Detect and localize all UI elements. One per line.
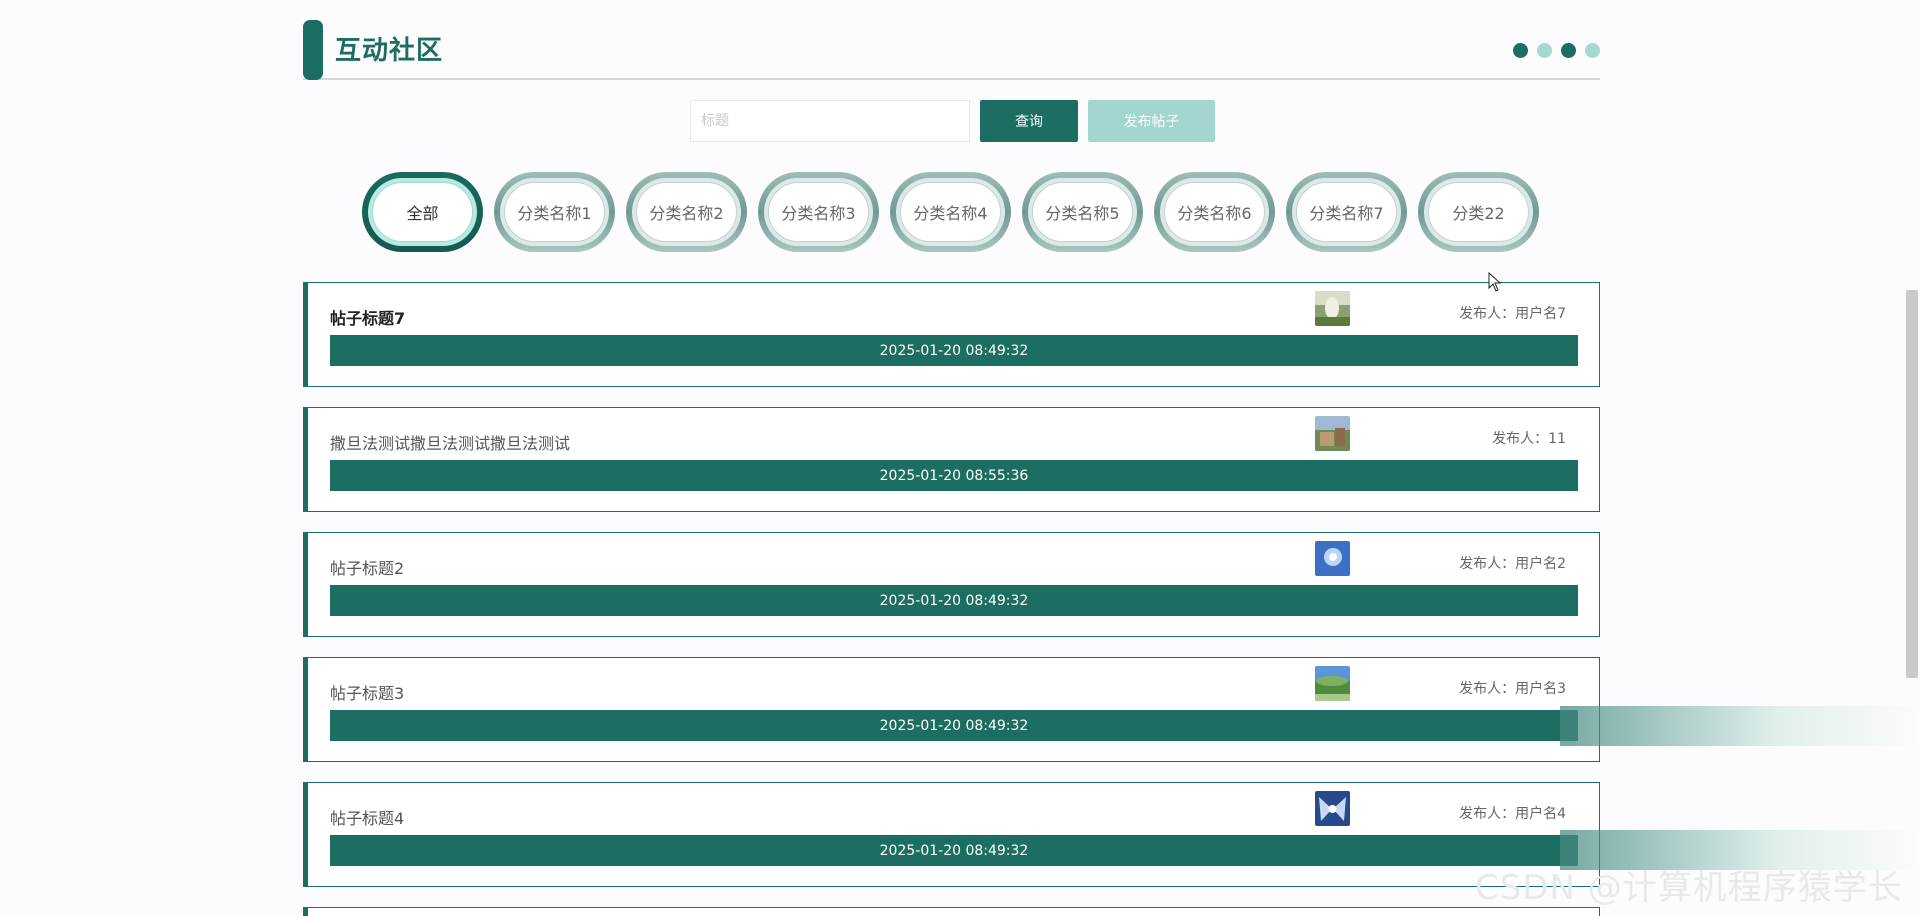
post-title[interactable]: 帖子标题4 [330,805,404,829]
post-title[interactable]: 撒旦法测试撒旦法测试撒旦法测试 [330,430,570,454]
post-author: 发布人：用户名7 [1459,306,1566,322]
post-item[interactable]: 撒旦法测试撒旦法测试撒旦法测试 发布人：11 2025-01-20 08:55:… [303,407,1600,512]
post-title[interactable]: 帖子标题7 [330,305,405,329]
category-tab-ring: 分类名称2 [632,178,741,246]
post-date: 2025-01-20 08:49:32 [330,710,1578,741]
category-tab-ring: 分类名称1 [500,178,609,246]
post-thumbnail [1315,791,1350,826]
post-thumbnail [1315,666,1350,701]
category-tab-label: 全部 [372,182,473,242]
header-dots [1513,43,1600,58]
category-tab-ring: 分类名称7 [1292,178,1401,246]
post-author: 发布人：11 [1492,431,1566,447]
category-tab-ring: 分类名称4 [896,178,1005,246]
post-thumbnail [1315,291,1350,326]
section-header: 互动社区 [303,20,1600,80]
post-item[interactable]: 帖子标题4 发布人：用户名4 2025-01-20 08:49:32 [303,782,1600,887]
category-tab[interactable]: 分类名称5 [1022,172,1143,252]
post-thumbnail [1315,541,1350,576]
post-thumbnail [1315,416,1350,451]
category-tab-ring: 分类名称3 [764,178,873,246]
post-title[interactable]: 帖子标题2 [330,555,404,579]
category-tab-all[interactable]: 全部 [362,172,483,252]
post-author: 发布人：用户名4 [1459,806,1566,822]
category-tab[interactable]: 分类名称3 [758,172,879,252]
publish-post-button[interactable]: 发布帖子 [1088,100,1215,142]
post-item[interactable]: 帖子标题3 发布人：用户名3 2025-01-20 08:49:32 [303,657,1600,762]
page-title: 互动社区 [335,36,444,66]
category-tab-label: 分类名称2 [636,182,737,242]
decor-dot [1585,43,1600,58]
category-tab-label: 分类22 [1428,182,1529,242]
title-search-input[interactable] [690,100,970,142]
category-tab-label: 分类名称4 [900,182,1001,242]
post-item[interactable]: 帖子标题7 发布人：用户名7 2025-01-20 08:49:32 [303,282,1600,387]
post-date: 2025-01-20 08:55:36 [330,460,1578,491]
query-button[interactable]: 查询 [980,100,1078,142]
category-tab-label: 分类名称1 [504,182,605,242]
post-author: 发布人：用户名3 [1459,681,1566,697]
category-tab-label: 分类名称7 [1296,182,1397,242]
category-tab-ring: 分类名称6 [1160,178,1269,246]
category-tab[interactable]: 分类名称7 [1286,172,1407,252]
category-tab[interactable]: 分类22 [1418,172,1539,252]
post-author: 发布人：用户名2 [1459,556,1566,572]
post-item[interactable] [303,907,1600,916]
category-tabs: 全部 分类名称1 分类名称2 分类名称3 分类名称4 分类名称5 分类名称6 分… [362,172,1539,252]
page: 互动社区 查询 发布帖子 全部 分类名称1 分类名称2 [0,0,1920,916]
post-date: 2025-01-20 08:49:32 [330,835,1578,866]
category-tab-label: 分类名称5 [1032,182,1133,242]
post-item[interactable]: 帖子标题2 发布人：用户名2 2025-01-20 08:49:32 [303,532,1600,637]
post-list: 帖子标题7 发布人：用户名7 2025-01-20 08:49:32 撒旦法测试… [303,282,1600,916]
post-date: 2025-01-20 08:49:32 [330,585,1578,616]
category-tab[interactable]: 分类名称1 [494,172,615,252]
category-tab-ring: 分类22 [1424,178,1533,246]
category-tab-label: 分类名称3 [768,182,869,242]
category-tab-ring: 分类名称5 [1028,178,1137,246]
mouse-cursor-icon [1488,272,1502,292]
category-tab-label: 分类名称6 [1164,182,1265,242]
decor-dot [1513,43,1528,58]
post-title[interactable]: 帖子标题3 [330,680,404,704]
scrollbar[interactable] [1906,290,1918,678]
category-tab-ring: 全部 [368,178,477,246]
category-tab[interactable]: 分类名称6 [1154,172,1275,252]
decor-dot [1561,43,1576,58]
category-tab[interactable]: 分类名称4 [890,172,1011,252]
header-accent-bar [303,20,323,80]
category-tab[interactable]: 分类名称2 [626,172,747,252]
decor-dot [1537,43,1552,58]
overlay-band [1560,706,1920,746]
post-date: 2025-01-20 08:49:32 [330,335,1578,366]
overlay-band [1560,830,1920,870]
